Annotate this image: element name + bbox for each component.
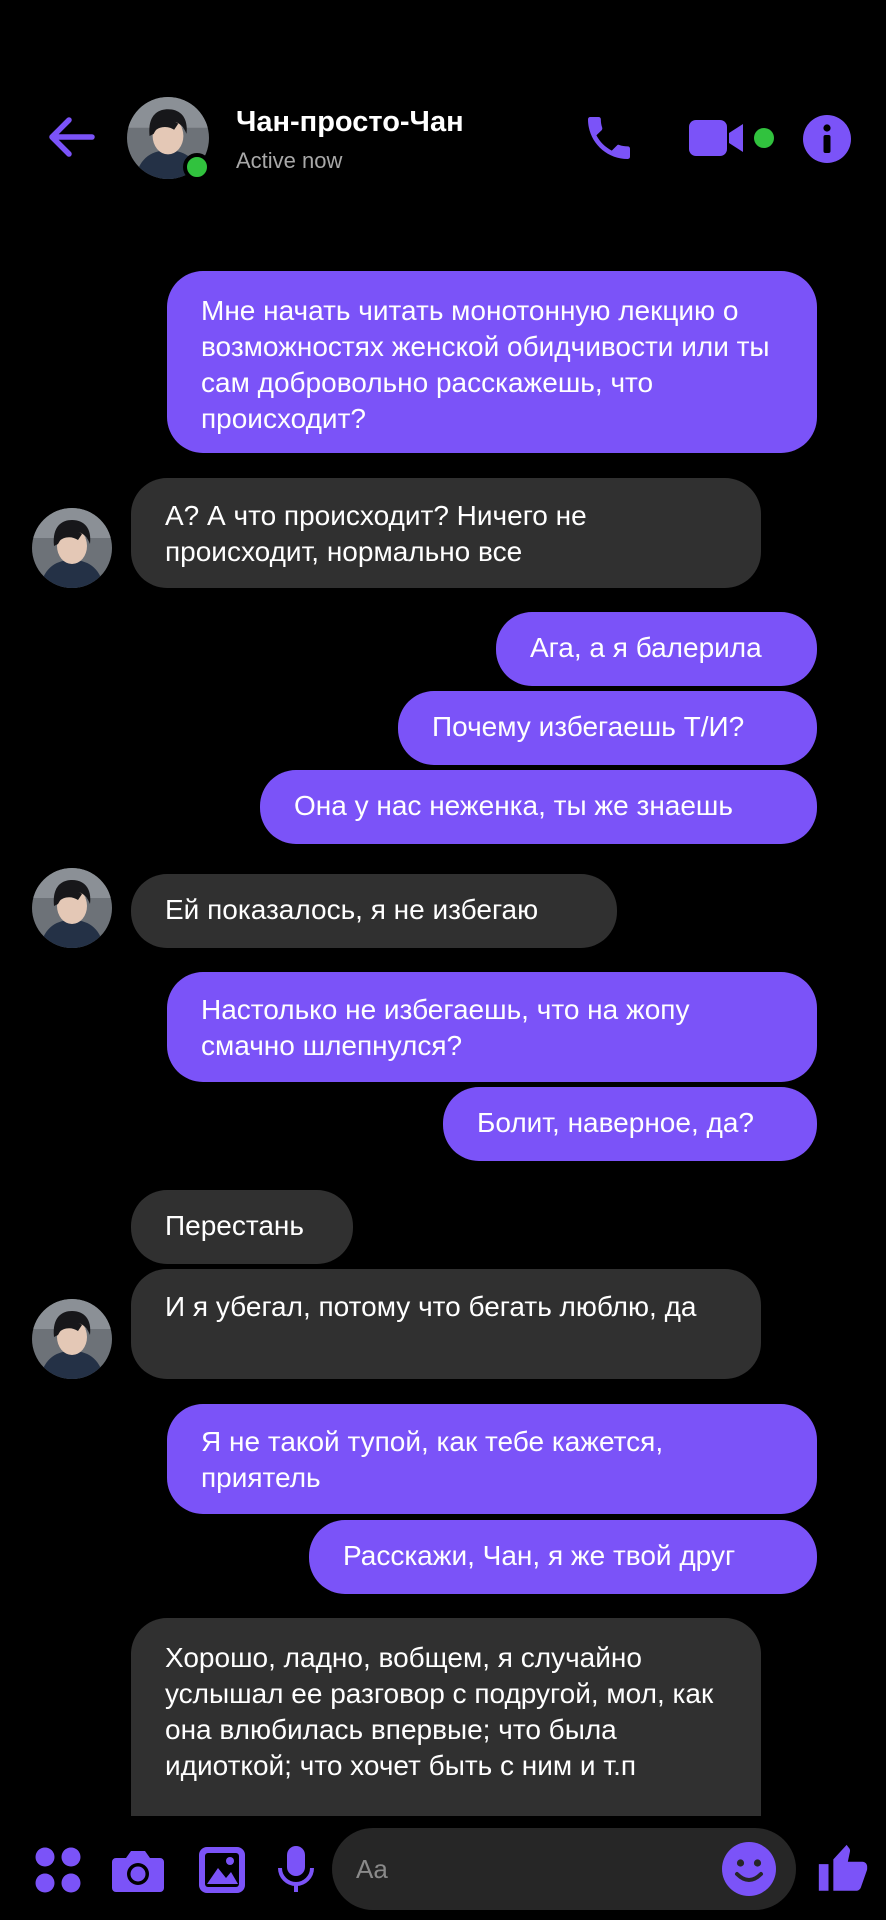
gallery-icon[interactable] — [198, 1846, 246, 1894]
message-bubble-outgoing[interactable]: Почему избегаешь Т/И? — [398, 691, 817, 765]
contact-avatar[interactable] — [127, 97, 211, 181]
avatar[interactable] — [32, 868, 112, 948]
message-bubble-outgoing[interactable]: Ага, а я балерила — [496, 612, 817, 686]
message-bubble-incoming[interactable]: Ей показалось, я не избегаю — [131, 874, 617, 948]
message-bubble-outgoing[interactable]: Мне начать читать монотонную лекцию о во… — [167, 271, 817, 453]
message-bubble-incoming[interactable]: Хорошо, ладно, вобщем, я случайно услыша… — [131, 1618, 761, 1848]
avatar[interactable] — [32, 1299, 112, 1379]
microphone-icon[interactable] — [276, 1846, 324, 1894]
chat-header: Чан-просто-Чан Active now — [0, 0, 886, 250]
contact-name[interactable]: Чан-просто-Чан — [236, 106, 464, 139]
message-input[interactable] — [356, 1828, 696, 1910]
message-bubble-outgoing[interactable]: Настолько не избегаешь, что на жопу смач… — [167, 972, 817, 1082]
info-icon[interactable] — [803, 115, 851, 163]
composer-bar — [0, 1816, 886, 1920]
message-bubble-incoming[interactable]: А? А что происходит? Ничего не происходи… — [131, 478, 761, 588]
message-input-container — [332, 1828, 796, 1910]
phone-icon[interactable] — [581, 110, 637, 166]
message-bubble-outgoing[interactable]: Болит, наверное, да? — [443, 1087, 817, 1161]
video-camera-icon[interactable] — [689, 118, 745, 158]
online-status-dot — [183, 153, 211, 181]
apps-grid-icon[interactable] — [34, 1846, 82, 1894]
message-bubble-outgoing[interactable]: Расскажи, Чан, я же твой друг — [309, 1520, 817, 1594]
message-bubble-incoming[interactable]: И я убегал, потому что бегать люблю, да — [131, 1269, 761, 1379]
back-arrow-icon[interactable] — [42, 108, 100, 166]
contact-status: Active now — [236, 148, 343, 173]
message-bubble-outgoing[interactable]: Она у нас неженка, ты же знаешь — [260, 770, 817, 844]
emoji-icon[interactable] — [722, 1842, 776, 1896]
thumbs-up-icon[interactable] — [814, 1840, 872, 1898]
message-bubble-incoming[interactable]: Перестань — [131, 1190, 353, 1264]
avatar[interactable] — [32, 508, 112, 588]
video-active-dot — [754, 128, 774, 148]
camera-icon[interactable] — [112, 1846, 164, 1894]
message-bubble-outgoing[interactable]: Я не такой тупой, как тебе кажется, прия… — [167, 1404, 817, 1514]
